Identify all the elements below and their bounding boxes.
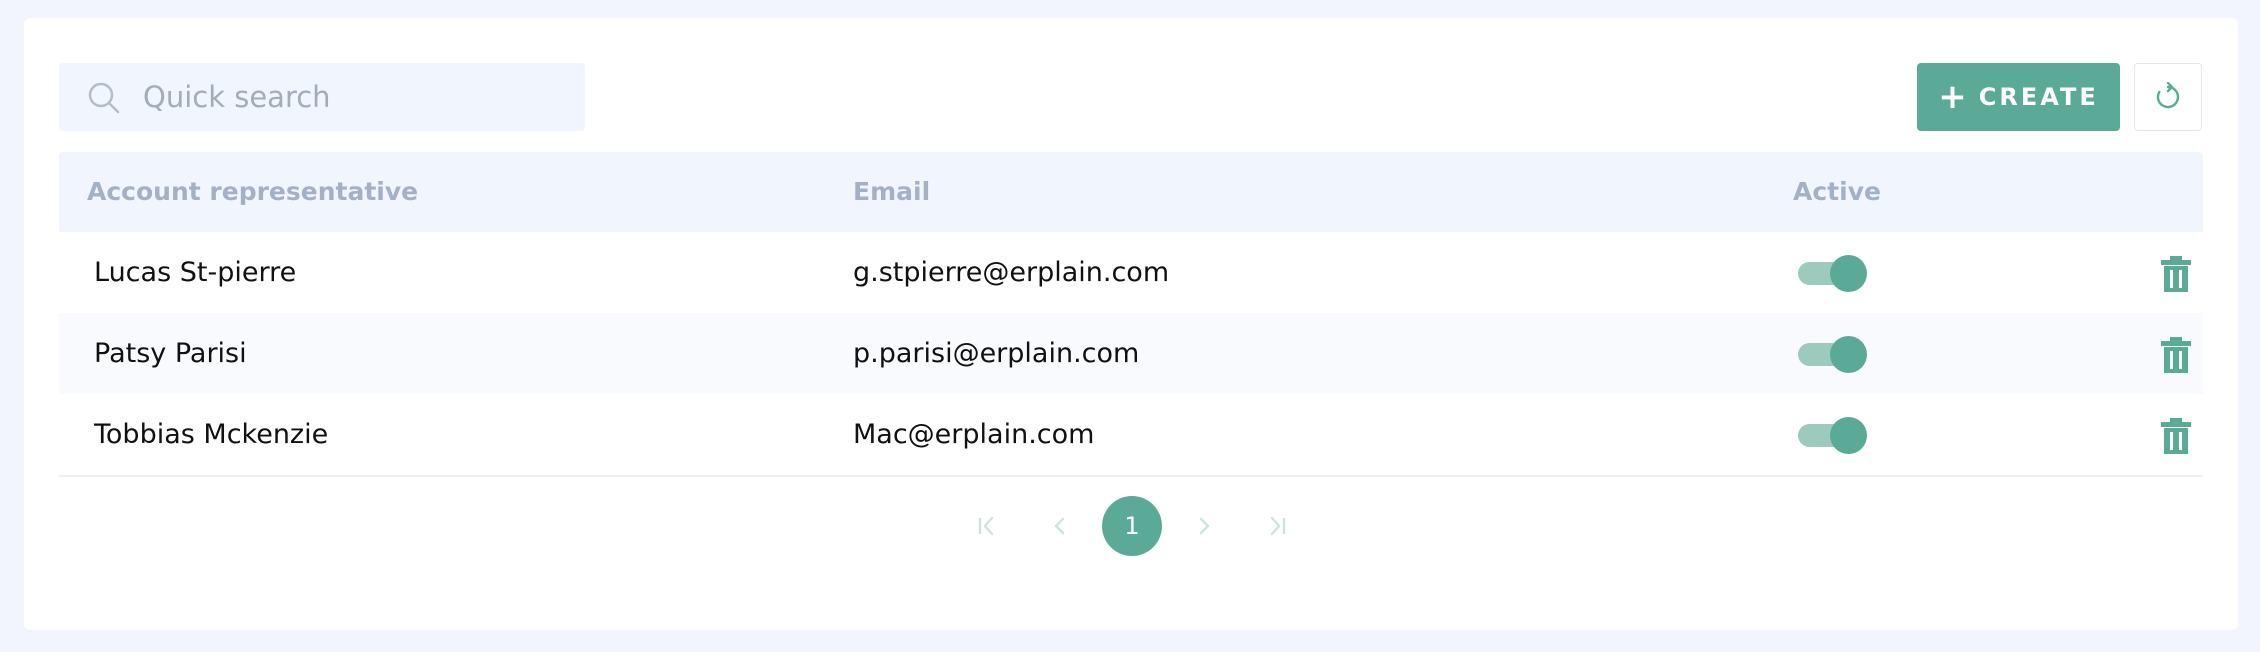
last-page-button[interactable] bbox=[1246, 496, 1306, 556]
create-button[interactable]: + CREATE bbox=[1917, 63, 2120, 131]
plus-icon: + bbox=[1938, 77, 1967, 117]
next-page-button[interactable] bbox=[1174, 496, 1234, 556]
trash-icon[interactable] bbox=[2161, 256, 2191, 292]
page-button-current[interactable]: 1 bbox=[1102, 496, 1162, 556]
first-page-icon bbox=[978, 516, 994, 536]
previous-page-button[interactable] bbox=[1030, 496, 1090, 556]
table-row[interactable]: Patsy Parisi p.parisi@erplain.com bbox=[59, 313, 2203, 394]
trash-icon[interactable] bbox=[2161, 337, 2191, 373]
account-name: Lucas St-pierre bbox=[94, 257, 297, 288]
table-header: Account representative Email Active bbox=[59, 152, 2203, 232]
account-email: p.parisi@erplain.com bbox=[853, 338, 1140, 369]
last-page-icon bbox=[1270, 516, 1286, 536]
active-toggle[interactable] bbox=[1796, 254, 1868, 292]
refresh-icon bbox=[2156, 82, 2180, 109]
column-header-active[interactable]: Active bbox=[1793, 152, 1881, 232]
search-input[interactable] bbox=[143, 63, 563, 131]
quick-search[interactable] bbox=[59, 63, 585, 131]
pagination: 1 bbox=[0, 496, 2260, 556]
toggle-knob bbox=[1830, 417, 1867, 454]
account-name: Patsy Parisi bbox=[94, 338, 247, 369]
search-icon bbox=[88, 82, 120, 114]
table-row[interactable]: Tobbias Mckenzie Mac@erplain.com bbox=[59, 394, 2203, 477]
accounts-table: Account representative Email Active Luca… bbox=[59, 152, 2203, 477]
column-header-email[interactable]: Email bbox=[853, 152, 930, 232]
toggle-knob bbox=[1830, 255, 1867, 292]
active-toggle[interactable] bbox=[1796, 416, 1868, 454]
column-header-account-representative[interactable]: Account representative bbox=[87, 152, 418, 232]
table-row[interactable]: Lucas St-pierre g.stpierre@erplain.com bbox=[59, 232, 2203, 313]
refresh-button[interactable] bbox=[2134, 63, 2202, 131]
account-email: Mac@erplain.com bbox=[853, 419, 1095, 450]
account-email: g.stpierre@erplain.com bbox=[853, 257, 1170, 288]
active-toggle[interactable] bbox=[1796, 335, 1868, 373]
chevron-right-icon bbox=[1199, 517, 1210, 535]
account-name: Tobbias Mckenzie bbox=[94, 419, 329, 450]
chevron-left-icon bbox=[1054, 517, 1065, 535]
users-panel: + CREATE Account representative Email Ac… bbox=[24, 18, 2238, 630]
trash-icon[interactable] bbox=[2161, 418, 2191, 454]
first-page-button[interactable] bbox=[958, 496, 1018, 556]
create-button-label: CREATE bbox=[1978, 83, 2099, 111]
toggle-knob bbox=[1830, 336, 1867, 373]
